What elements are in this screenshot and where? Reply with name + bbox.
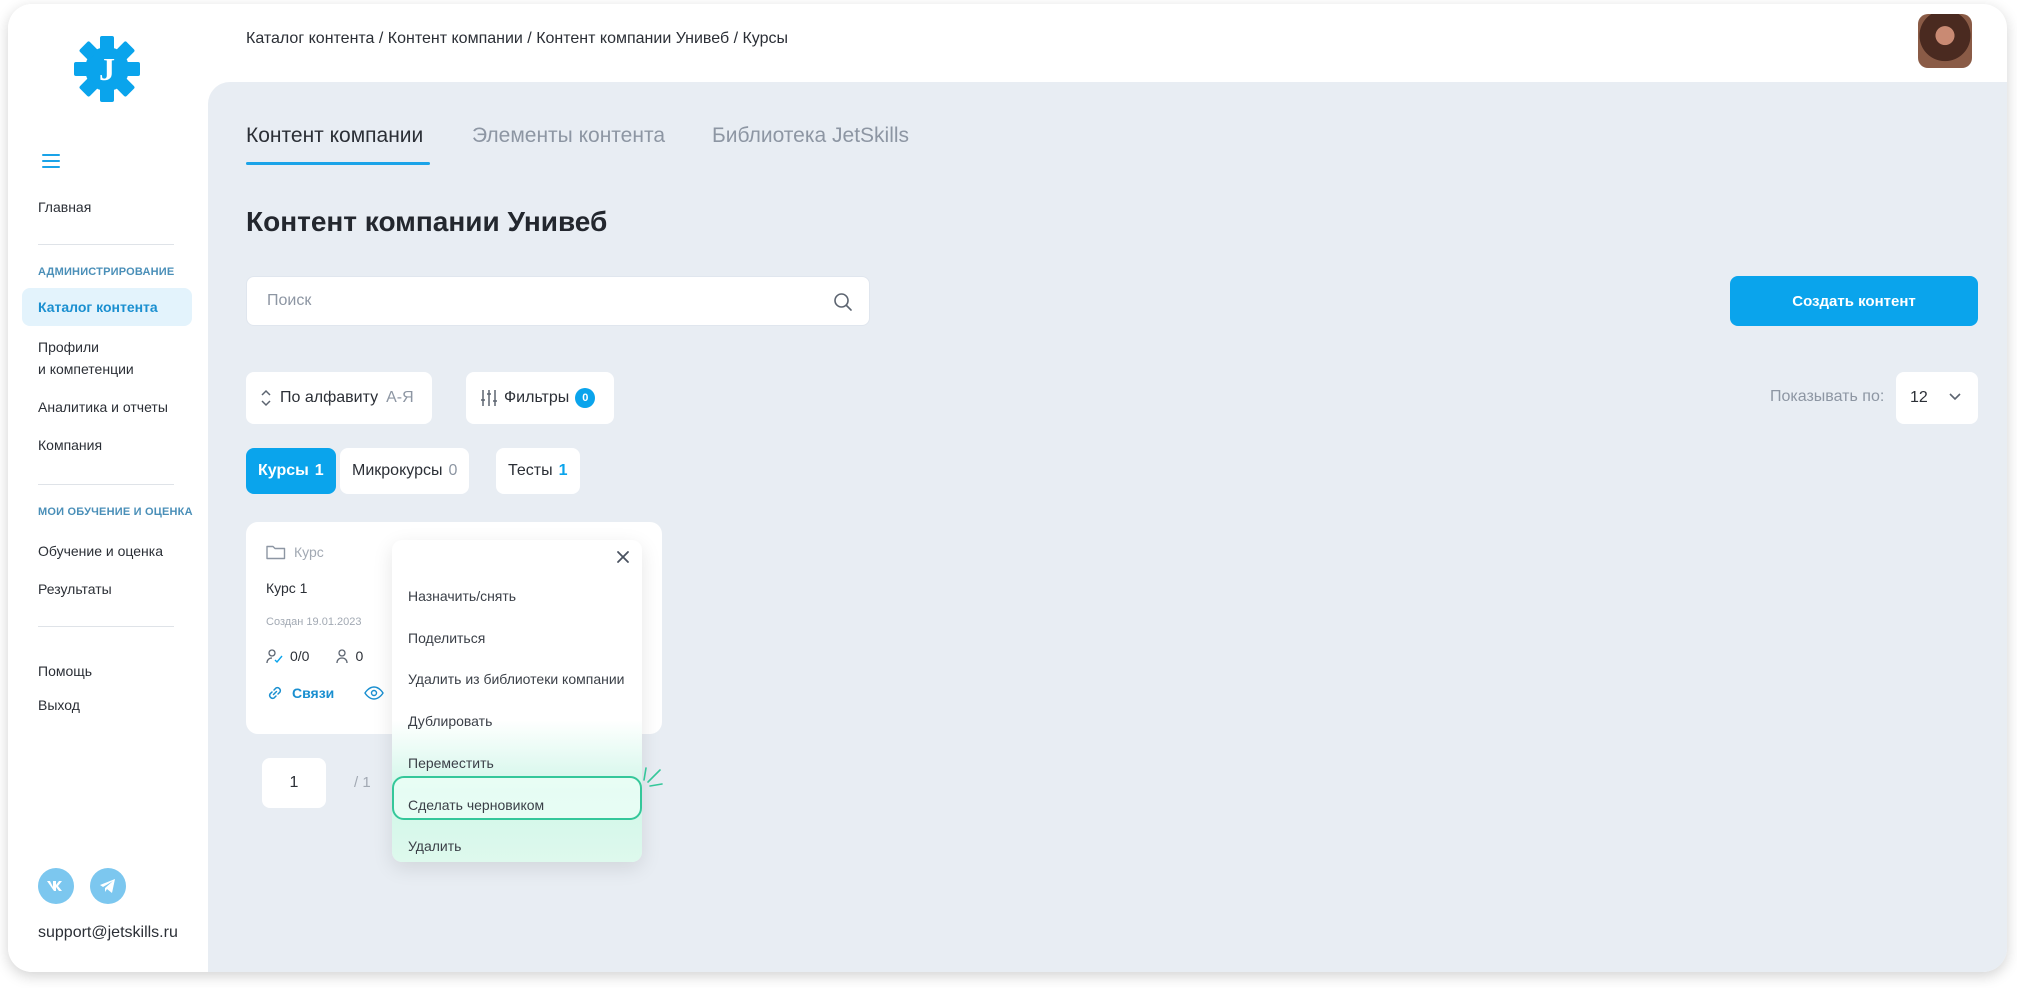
assigned-users-icon: [266, 649, 283, 664]
card-title[interactable]: Курс 1: [266, 580, 307, 596]
sidebar-item-catalog[interactable]: Каталог контента: [38, 296, 158, 318]
sidebar-divider: [38, 484, 174, 485]
link-icon: [268, 686, 282, 700]
sidebar-item-profiles[interactable]: Профили и компетенции: [38, 336, 134, 380]
pill-count: 1: [558, 462, 568, 479]
sidebar-item-company[interactable]: Компания: [38, 434, 102, 456]
avatar[interactable]: [1918, 14, 1972, 68]
card-type-label: Курс: [294, 544, 324, 560]
page-number-input[interactable]: 1: [262, 758, 326, 808]
menu-toggle-icon[interactable]: [42, 154, 60, 168]
sort-direction: А-Я: [386, 389, 414, 406]
folder-icon: [266, 545, 286, 560]
card-assigned-count: 0/0: [290, 648, 310, 664]
tab-content-elements[interactable]: Элементы контента: [472, 124, 665, 148]
card-type: Курс: [266, 544, 324, 560]
app-window: J Главная АДМИНИСТРИРОВАНИЕ Каталог конт…: [8, 4, 2007, 972]
create-content-button[interactable]: Создать контент: [1730, 276, 1978, 326]
menu-item-make-draft[interactable]: Сделать черновиком: [408, 797, 544, 813]
card-users-count: 0: [355, 648, 364, 664]
sidebar-item-logout[interactable]: Выход: [38, 694, 80, 716]
search-icon[interactable]: [833, 292, 853, 312]
per-page-select[interactable]: 12: [1896, 372, 1978, 424]
eye-icon: [364, 686, 385, 700]
menu-item-delete[interactable]: Удалить: [408, 838, 461, 854]
pill-count: 0: [448, 462, 458, 479]
menu-item-share[interactable]: Поделиться: [408, 630, 485, 646]
sort-icon: [261, 389, 271, 407]
telegram-icon[interactable]: [90, 868, 126, 904]
filters-count-badge: 0: [575, 388, 596, 408]
pill-label: Тесты: [508, 462, 553, 479]
card-links-button[interactable]: Связи П: [266, 684, 402, 702]
sidebar-item-results[interactable]: Результаты: [38, 578, 112, 600]
breadcrumb[interactable]: Каталог контента / Контент компании / Ко…: [246, 30, 788, 48]
pill-courses[interactable]: Курсы 1: [246, 448, 336, 494]
sidebar-section-admin: АДМИНИСТРИРОВАНИЕ: [38, 266, 175, 278]
sidebar-item-home[interactable]: Главная: [38, 196, 91, 218]
jetskills-logo[interactable]: J: [72, 34, 142, 104]
pill-label: Микрокурсы: [352, 462, 443, 479]
pill-count: 1: [314, 462, 324, 479]
sidebar-divider: [38, 244, 174, 245]
support-email[interactable]: support@jetskills.ru: [38, 924, 178, 942]
page-title: Контент компании Унивеб: [246, 206, 608, 237]
chevron-down-icon: [1949, 393, 1961, 401]
filter-sliders-icon: [481, 390, 497, 406]
tab-jetskills-library[interactable]: Библиотека JetSkills: [712, 124, 909, 148]
sidebar-item-learning[interactable]: Обучение и оценка: [38, 540, 163, 562]
card-links-label: Связи: [292, 685, 335, 701]
sidebar-item-analytics[interactable]: Аналитика и отчеты: [38, 396, 168, 418]
svg-text:J: J: [99, 51, 115, 87]
close-icon[interactable]: [614, 548, 632, 566]
per-page-value: 12: [1910, 389, 1928, 406]
menu-item-move[interactable]: Переместить: [408, 755, 494, 771]
search-input[interactable]: [267, 292, 807, 310]
card-context-menu: Назначить/снять Поделиться Удалить из би…: [392, 540, 642, 862]
sparkle-icon: [643, 767, 663, 787]
sidebar: J Главная АДМИНИСТРИРОВАНИЕ Каталог конт…: [8, 4, 208, 972]
filters-label: Фильтры: [504, 389, 570, 406]
tab-company-content[interactable]: Контент компании: [246, 124, 423, 148]
user-icon: [336, 649, 349, 664]
sort-button[interactable]: По алфавиту А-Я: [246, 372, 432, 424]
card-stats: 0/0 0: [266, 648, 363, 664]
card-date: Создан 19.01.2023: [266, 616, 362, 628]
sidebar-divider: [38, 626, 174, 627]
sidebar-item-profiles-line2: и компетенции: [38, 361, 134, 377]
pill-label: Курсы: [258, 462, 309, 479]
vk-icon[interactable]: [38, 868, 74, 904]
filters-button[interactable]: Фильтры 0: [466, 372, 614, 424]
menu-item-assign[interactable]: Назначить/снять: [408, 588, 516, 604]
per-page-label: Показывать по:: [1770, 388, 1885, 405]
sidebar-item-profiles-line1: Профили: [38, 339, 99, 355]
sort-label: По алфавиту: [280, 389, 379, 406]
page-total: / 1: [354, 774, 371, 791]
main-content: Контент компании Элементы контента Библи…: [208, 82, 2007, 972]
menu-item-remove-from-library[interactable]: Удалить из библиотеки компании: [408, 671, 624, 687]
pill-microcourses[interactable]: Микрокурсы 0: [340, 448, 470, 494]
menu-item-duplicate[interactable]: Дублировать: [408, 713, 492, 729]
search-box[interactable]: [246, 276, 870, 326]
pill-tests[interactable]: Тесты 1: [496, 448, 580, 494]
sidebar-item-help[interactable]: Помощь: [38, 660, 92, 682]
active-tab-indicator: [246, 162, 430, 165]
sidebar-section-learning: МОИ ОБУЧЕНИЕ И ОЦЕНКА: [38, 506, 193, 518]
